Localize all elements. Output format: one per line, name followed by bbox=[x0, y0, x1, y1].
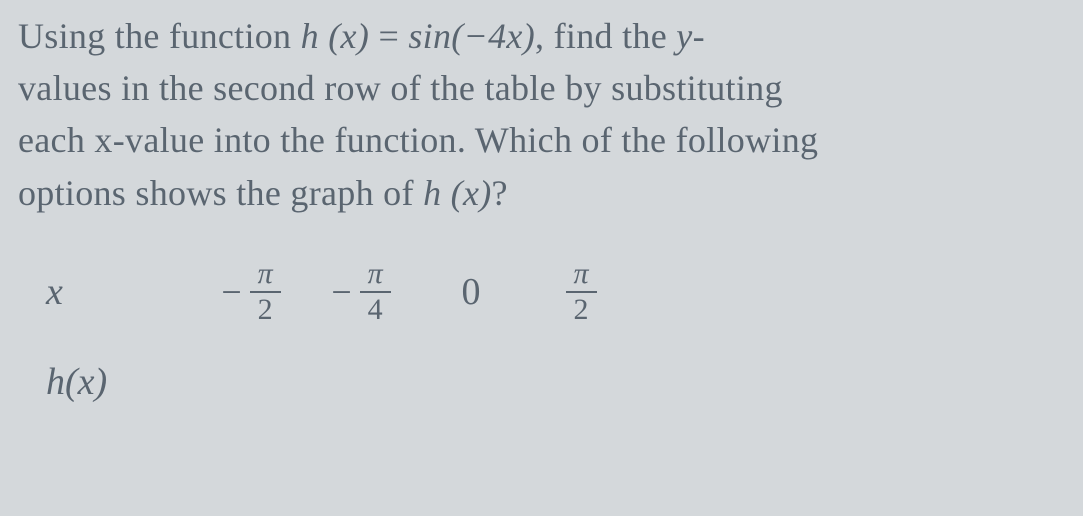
denominator: 2 bbox=[250, 291, 281, 325]
fraction: π 2 bbox=[566, 259, 597, 325]
text-segment: options shows the graph of bbox=[18, 173, 423, 213]
text-segment: , find the bbox=[535, 16, 676, 56]
text-line: each x-value into the function. Which of… bbox=[18, 120, 818, 160]
fraction: π 2 bbox=[250, 259, 281, 325]
numerator: π bbox=[252, 259, 279, 291]
function-lhs: h (x) bbox=[301, 16, 369, 56]
equals-sign: = bbox=[369, 16, 408, 56]
fraction: π 4 bbox=[360, 259, 391, 325]
denominator: 4 bbox=[360, 291, 391, 325]
zero-value: 0 bbox=[462, 270, 481, 314]
denominator: 2 bbox=[566, 291, 597, 325]
text-segment: ? bbox=[492, 173, 508, 213]
x-row-label: x bbox=[46, 270, 196, 314]
x-cell-2: 0 bbox=[416, 270, 526, 314]
hx-row-label: h(x) bbox=[46, 360, 196, 404]
x-cell-3: π 2 bbox=[526, 259, 636, 325]
numerator: π bbox=[362, 259, 389, 291]
hx-row: h(x) bbox=[46, 347, 1065, 417]
text-segment: - bbox=[693, 16, 705, 56]
value-table: x − π 2 − π 4 0 π bbox=[18, 257, 1065, 417]
minus-sign: − bbox=[221, 271, 243, 313]
minus-sign: − bbox=[331, 271, 353, 313]
question-prompt: Using the function h (x) = sin(−4x), fin… bbox=[18, 10, 1065, 219]
function-ref: h (x) bbox=[423, 173, 491, 213]
x-cell-1: − π 4 bbox=[306, 259, 416, 325]
text-segment: Using the function bbox=[18, 16, 301, 56]
x-cell-0: − π 2 bbox=[196, 259, 306, 325]
y-variable: y bbox=[676, 16, 692, 56]
text-line: values in the second row of the table by… bbox=[18, 68, 783, 108]
function-rhs: sin(−4x) bbox=[408, 16, 535, 56]
numerator: π bbox=[567, 259, 594, 291]
x-row: x − π 2 − π 4 0 π bbox=[46, 257, 1065, 327]
